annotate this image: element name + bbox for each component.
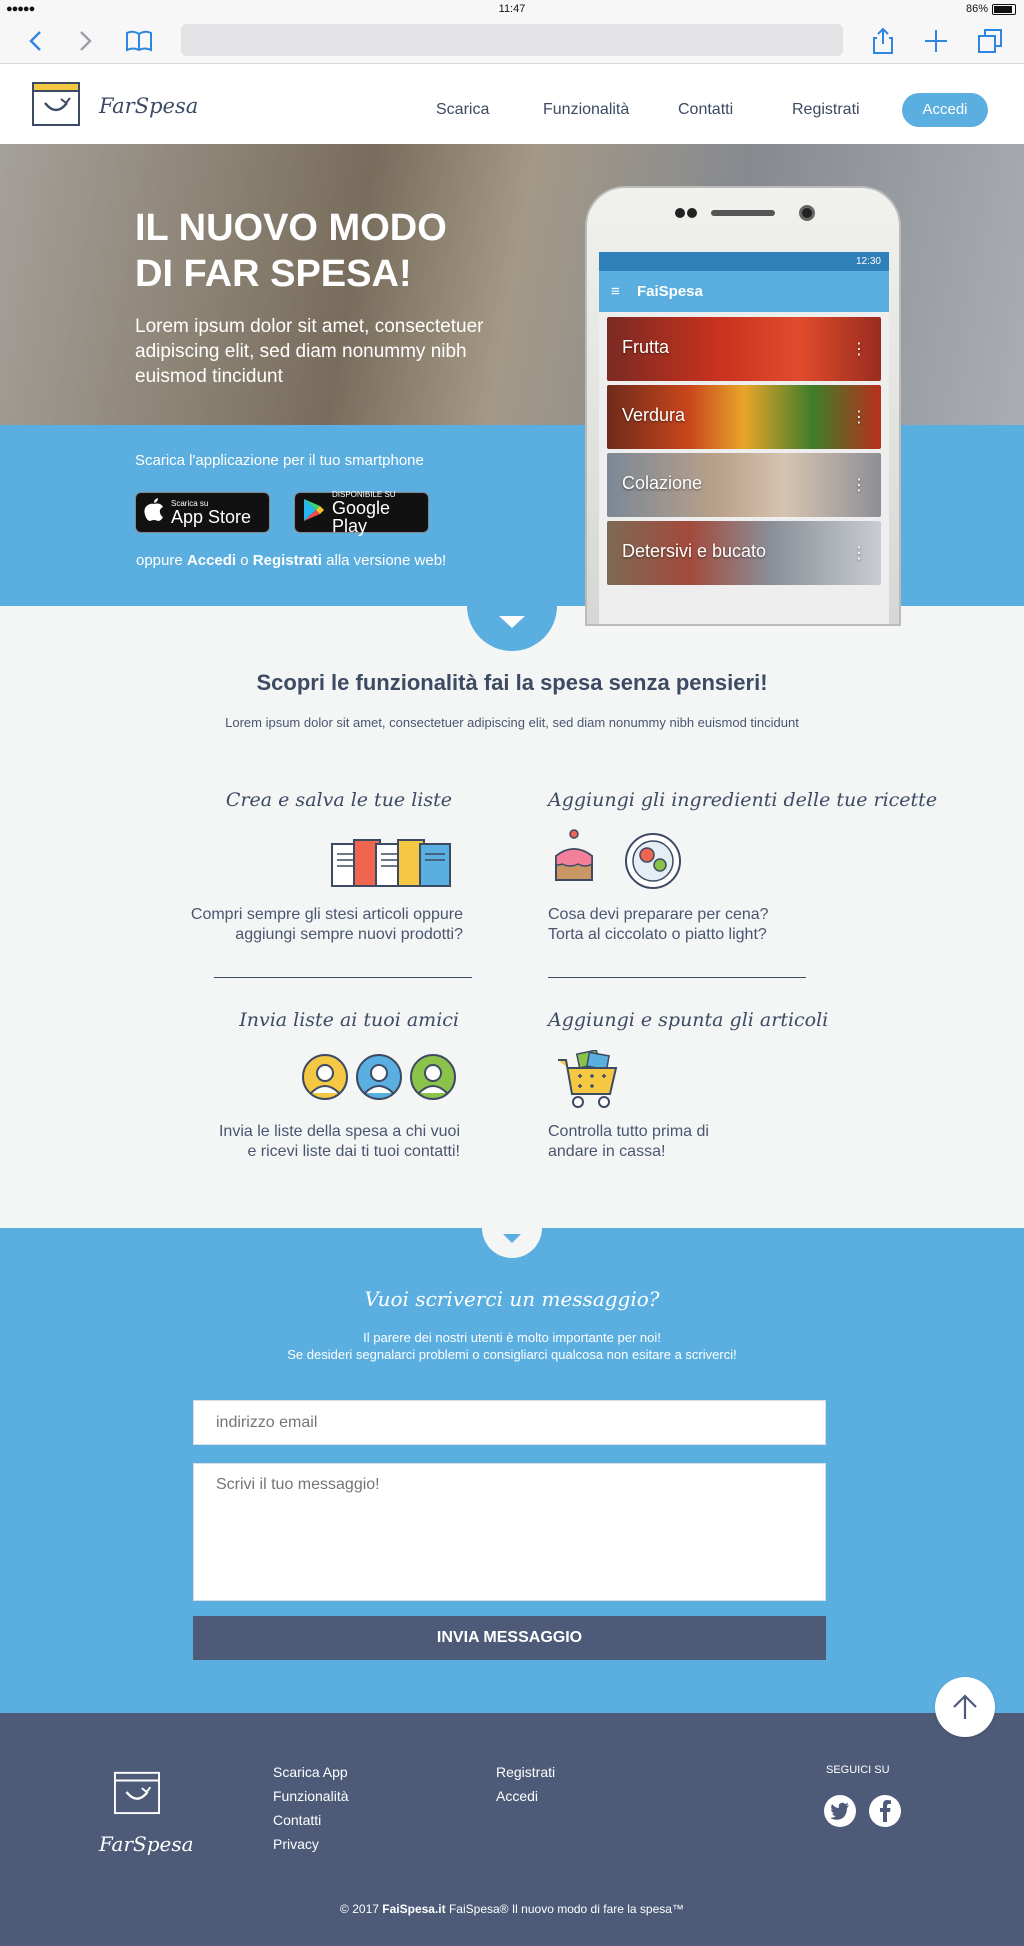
nav-link-contatti[interactable]: Contatti — [678, 101, 733, 119]
play-icon — [303, 498, 325, 527]
app-store-button[interactable]: Scarica su App Store — [135, 492, 270, 533]
web-register-link[interactable]: Registrati — [253, 552, 322, 569]
hero-title: IL NUOVO MODO DI FAR SPESA! — [135, 207, 447, 295]
feature-title-lists: Crea e salva le tue liste — [225, 789, 452, 811]
bookmarks-icon[interactable] — [124, 26, 154, 56]
nav-link-scarica[interactable]: Scarica — [436, 101, 489, 119]
nav-link-funzionalita[interactable]: Funzionalità — [543, 101, 629, 119]
feature-text-friends: Invia le liste della spesa a chi vuoi e … — [218, 1123, 460, 1160]
divider — [548, 977, 806, 978]
hero-subtitle: Lorem ipsum dolor sit amet, consectetuer… — [135, 316, 484, 387]
message-field[interactable] — [193, 1463, 826, 1601]
clock: 11:47 — [498, 3, 526, 15]
footer-link-funzionalita[interactable]: Funzionalità — [273, 1788, 349, 1804]
feature-title-recipes: Aggiungi gli ingredienti delle tue ricet… — [548, 789, 938, 811]
footer-brand[interactable]: FarSpesa — [99, 1832, 194, 1856]
battery-icon — [992, 3, 1016, 15]
send-message-button[interactable]: INVIA MESSAGGIO — [193, 1616, 826, 1660]
tabs-icon[interactable] — [975, 26, 1005, 56]
back-to-top-button[interactable] — [935, 1677, 995, 1737]
category-card-verdura[interactable]: Verdura ⋮ — [607, 385, 881, 449]
footer-link-registrati[interactable]: Registrati — [496, 1764, 555, 1780]
back-icon[interactable] — [20, 26, 50, 56]
phone-sensor — [687, 208, 697, 218]
copyright: © 2017 FaiSpesa.it FaiSpesa® Il nuovo mo… — [340, 1902, 684, 1916]
more-icon[interactable]: ⋮ — [851, 339, 867, 359]
footer-link-contatti[interactable]: Contatti — [273, 1812, 321, 1828]
category-card-colazione[interactable]: Colazione ⋮ — [607, 453, 881, 517]
twitter-icon[interactable] — [824, 1795, 856, 1827]
phone-status-bar: 12:30 — [599, 252, 889, 271]
forward-icon[interactable] — [71, 26, 101, 56]
email-field[interactable] — [193, 1400, 826, 1445]
cake-icon — [552, 828, 598, 889]
url-bar[interactable] — [181, 24, 843, 56]
divider — [214, 977, 472, 978]
status-bar: ●●●●● 11:47 86% — [0, 0, 1024, 18]
menu-icon: ≡ — [611, 283, 620, 300]
share-icon[interactable] — [868, 26, 898, 56]
phone-mockup: 12:30 ≡ FaiSpesa Frutta ⋮ Verdura ⋮ Colazi… — [585, 186, 901, 626]
chevron-down-icon — [503, 1234, 521, 1243]
chevron-down-icon — [499, 616, 525, 628]
phone-sensor — [675, 208, 685, 218]
nav-link-registrati[interactable]: Registrati — [792, 101, 860, 119]
google-play-button[interactable]: DISPONIBILE SU Google Play — [294, 490, 429, 535]
more-icon[interactable]: ⋮ — [851, 543, 867, 563]
phone-app-bar: ≡ FaiSpesa — [599, 271, 889, 312]
friends-icon — [301, 1053, 457, 1106]
battery-percent: 86% — [965, 3, 988, 15]
feature-text-checklist: Controlla tutto prima di andare in cassa… — [548, 1123, 709, 1160]
browser-toolbar — [0, 18, 1024, 64]
brand-name[interactable]: FarSpesa — [99, 94, 198, 118]
footer-link-accedi[interactable]: Accedi — [496, 1788, 538, 1804]
feature-title-friends: Invia liste ai tuoi amici — [239, 1009, 459, 1031]
category-card-detersivi[interactable]: Detersivi e bucato ⋮ — [607, 521, 881, 585]
download-text: Scarica l'applicazione per il tuo smartp… — [135, 452, 424, 469]
footer-logo-icon — [113, 1769, 161, 1820]
follow-label: SEGUICI SU — [826, 1764, 890, 1776]
contact-subtitle: Il parere dei nostri utenti è molto impo… — [287, 1330, 737, 1362]
apple-icon — [144, 498, 164, 527]
more-icon[interactable]: ⋮ — [851, 475, 867, 495]
features-subtitle: Lorem ipsum dolor sit amet, consectetuer… — [225, 715, 799, 730]
plate-icon — [624, 832, 682, 895]
footer-link-scarica[interactable]: Scarica App — [273, 1764, 348, 1780]
site-header: FarSpesa Scarica Funzionalità Contatti R… — [0, 64, 1024, 144]
web-login-link[interactable]: Accedi — [187, 552, 236, 569]
contact-title: Vuoi scriverci un messaggio? — [364, 1287, 660, 1311]
new-tab-icon[interactable] — [921, 26, 951, 56]
facebook-icon[interactable] — [869, 1795, 901, 1827]
login-button[interactable]: Accedi — [902, 93, 988, 127]
feature-text-recipes: Cosa devi preparare per cena? Torta al c… — [548, 906, 769, 943]
arrow-up-icon — [953, 1694, 977, 1719]
features-title: Scopri le funzionalità fai la spesa senz… — [256, 670, 768, 695]
category-card-frutta[interactable]: Frutta ⋮ — [607, 317, 881, 381]
feature-text-lists: Compri sempre gli stesi articoli oppure … — [190, 906, 463, 943]
footer-link-privacy[interactable]: Privacy — [273, 1836, 319, 1852]
scroll-down-notch[interactable] — [467, 606, 557, 651]
lists-icon — [330, 838, 454, 895]
phone-screen: 12:30 ≡ FaiSpesa Frutta ⋮ Verdura ⋮ Colazi… — [599, 252, 889, 624]
feature-title-checklist: Aggiungi e spunta gli articoli — [548, 1009, 829, 1031]
more-icon[interactable]: ⋮ — [851, 407, 867, 427]
battery-indicator: 86% — [966, 3, 1016, 15]
basket-logo-icon[interactable] — [31, 79, 81, 127]
cart-icon — [556, 1049, 622, 1115]
phone-camera — [799, 205, 815, 221]
phone-speaker — [711, 210, 775, 216]
web-version-line: oppure Accedi o Registrati alla versione… — [136, 552, 447, 569]
